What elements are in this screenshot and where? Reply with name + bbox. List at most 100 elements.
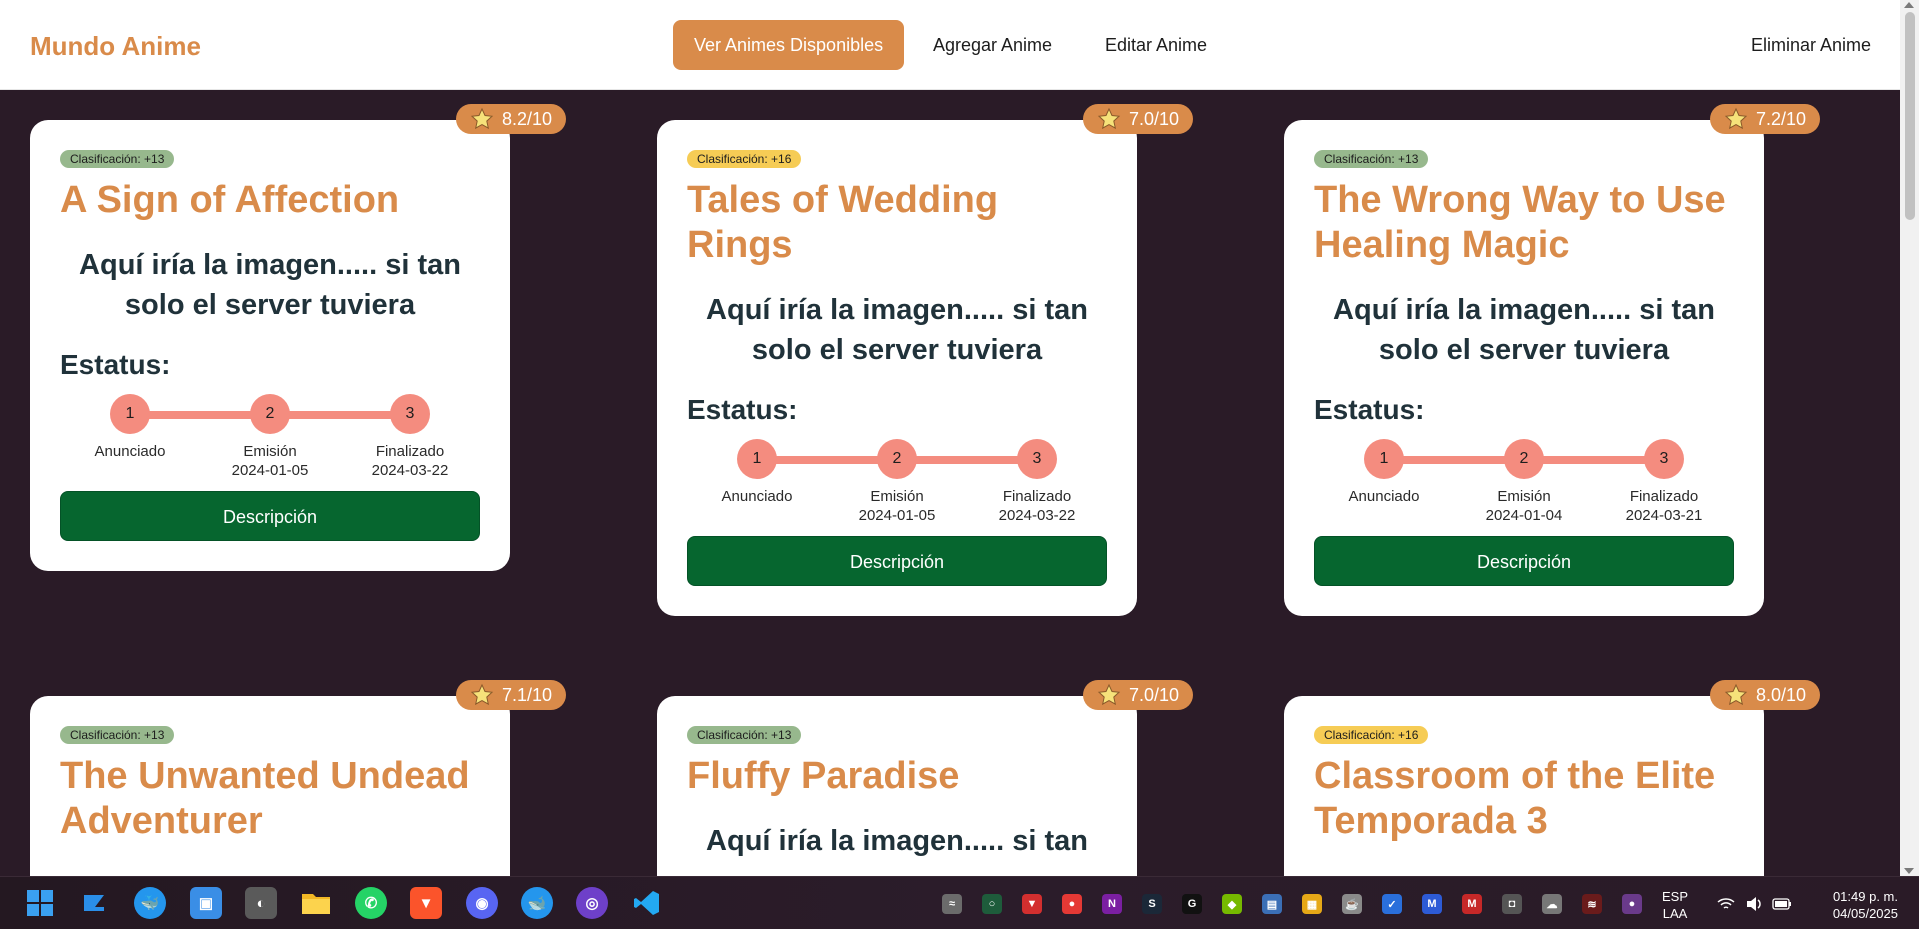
github-desktop-icon[interactable]: ◎: [576, 887, 608, 919]
docker-desktop-icon[interactable]: 🐳: [134, 887, 166, 919]
classification-badge: Clasificación: +16: [687, 150, 802, 168]
image-placeholder-text: Aquí iría la imagen..... si tan solo el …: [79, 249, 461, 321]
scroll-down-arrow-icon[interactable]: [1904, 868, 1914, 874]
step-emision: 2 Emisión 2024-01-05: [200, 394, 340, 480]
anime-grid: 8.2/10 Clasificación: +13 A Sign of Affe…: [0, 90, 1900, 876]
page-scrollbar[interactable]: [1900, 0, 1919, 876]
status-stepper: 1 Anunciado 2 Emisión 2024-01-05 3 Final…: [60, 391, 480, 483]
tray-window-icon[interactable]: ▤: [1262, 894, 1282, 914]
star-icon: [470, 683, 494, 706]
step-circle: 3: [1017, 439, 1057, 479]
tray-cup-icon[interactable]: ☕: [1342, 894, 1362, 914]
step-finalizado: 3 Finalizado 2024-03-22: [967, 439, 1107, 525]
classification-badge: Clasificación: +16: [1314, 726, 1429, 744]
anime-card: 8.0/10 Clasificación: +16 Classroom of t…: [1284, 680, 1820, 876]
nav-eliminar-anime-link[interactable]: Eliminar Anime: [1730, 20, 1892, 70]
tray-red-app-icon[interactable]: ●: [1062, 894, 1082, 914]
malwarebytes-icon[interactable]: M: [1422, 894, 1442, 914]
windows-start-icon[interactable]: [24, 887, 56, 919]
mcafee-icon[interactable]: M: [1462, 894, 1482, 914]
step-anunciado: 1 Anunciado: [687, 439, 827, 506]
tray-whale-icon[interactable]: ≈: [942, 894, 962, 914]
step-label: Finalizado: [1002, 488, 1072, 505]
step-label: Emisión: [870, 488, 924, 505]
rating-value: 8.0/10: [1755, 685, 1806, 705]
step-date: 2024-01-05: [231, 462, 309, 479]
anime-card: 7.2/10 Clasificación: +13 The Wrong Way …: [1284, 104, 1820, 616]
keyboard-layout: LAA: [1662, 906, 1688, 921]
anime-title: Tales of Wedding Rings: [687, 179, 999, 266]
descripcion-button[interactable]: Descripción: [687, 536, 1107, 586]
anime-card: 7.0/10 Clasificación: +13 Fluffy Paradis…: [657, 680, 1193, 876]
classification-badge: Clasificación: +13: [687, 726, 802, 744]
docker-icon[interactable]: 🐋: [521, 887, 553, 919]
step-anunciado: 1 Anunciado: [1314, 439, 1454, 506]
system-clock[interactable]: 01:49 p. m. 04/05/2025: [1808, 888, 1898, 922]
nav-agregar-anime-link[interactable]: Agregar Anime: [912, 20, 1073, 70]
rating-badge: 8.2/10: [455, 104, 566, 134]
whatsapp-icon[interactable]: ✆: [355, 887, 387, 919]
scrollbar-thumb[interactable]: [1905, 12, 1915, 220]
star-icon: [1724, 683, 1748, 706]
rating-value: 7.2/10: [1755, 109, 1806, 129]
rating-badge: 8.0/10: [1709, 680, 1820, 710]
clock-date: 04/05/2025: [1832, 906, 1898, 921]
photo-app-icon[interactable]: ▣: [190, 887, 222, 919]
rating-value: 7.0/10: [1128, 685, 1179, 705]
steam-icon[interactable]: S: [1142, 894, 1162, 914]
star-icon: [1097, 107, 1121, 130]
image-placeholder-text: Aquí iría la imagen..... si tan: [706, 825, 1088, 857]
classification-badge: Clasificación: +13: [60, 150, 175, 168]
tray-grid-icon[interactable]: ▦: [1302, 894, 1322, 914]
nav-ver-animes-button[interactable]: Ver Animes Disponibles: [673, 20, 905, 70]
nav-editar-anime-link[interactable]: Editar Anime: [1084, 20, 1228, 70]
tray-antivirus-icon[interactable]: ▼: [1022, 894, 1042, 914]
dev-tool-icon[interactable]: [78, 887, 110, 919]
volume-icon[interactable]: [1744, 894, 1764, 914]
microphone-icon[interactable]: ●: [1622, 894, 1642, 914]
status-heading: Estatus:: [1314, 394, 1425, 425]
step-circle: 2: [1504, 439, 1544, 479]
descripcion-button[interactable]: Descripción: [1314, 536, 1734, 586]
anime-title: The Unwanted Undead Adventurer: [60, 755, 470, 842]
rating-value: 8.2/10: [501, 109, 552, 129]
discord-icon[interactable]: ◉: [466, 887, 498, 919]
logitech-icon[interactable]: G: [1182, 894, 1202, 914]
nvidia-icon[interactable]: ◆: [1222, 894, 1242, 914]
step-anunciado: 1 Anunciado: [60, 394, 200, 461]
status-stepper: 1 Anunciado 2 Emisión 2024-01-05 3 Final…: [687, 436, 1107, 528]
scroll-up-arrow-icon[interactable]: [1904, 2, 1914, 8]
language-indicator[interactable]: ESP LAA: [1662, 888, 1688, 922]
descripcion-button[interactable]: Descripción: [60, 491, 480, 541]
star-icon: [1097, 683, 1121, 706]
battery-icon[interactable]: [1772, 894, 1792, 914]
step-label: Finalizado: [1629, 488, 1699, 505]
vscode-icon[interactable]: [631, 887, 663, 919]
image-placeholder-text: Aquí iría la imagen..... si tan solo el …: [706, 294, 1088, 366]
rating-value: 7.1/10: [501, 685, 552, 705]
rating-badge: 7.2/10: [1709, 104, 1820, 134]
step-circle: 1: [110, 394, 150, 434]
tray-circle-icon[interactable]: ○: [982, 894, 1002, 914]
brand-logo-text[interactable]: Mundo Anime: [30, 31, 201, 62]
onedrive-icon[interactable]: ☁: [1542, 894, 1562, 914]
wifi-icon[interactable]: [1716, 894, 1736, 914]
tray-audio-wave-icon[interactable]: ≋: [1582, 894, 1602, 914]
anime-avatar-icon[interactable]: ◐: [245, 887, 277, 919]
rating-badge: 7.0/10: [1082, 104, 1193, 134]
step-label: Anunciado: [94, 443, 166, 460]
step-date: 2024-03-21: [1625, 507, 1703, 524]
anime-title: Fluffy Paradise: [687, 755, 960, 797]
step-circle: 1: [1364, 439, 1404, 479]
step-emision: 2 Emisión 2024-01-05: [827, 439, 967, 525]
step-date: 2024-03-22: [371, 462, 449, 479]
brave-browser-icon[interactable]: ▼: [410, 887, 442, 919]
step-label: Emisión: [243, 443, 297, 460]
anime-title: A Sign of Affection: [60, 179, 400, 221]
step-circle: 3: [390, 394, 430, 434]
windows-security-icon[interactable]: ✓: [1382, 894, 1402, 914]
onenote-icon[interactable]: N: [1102, 894, 1122, 914]
step-label: Anunciado: [1348, 488, 1420, 505]
tray-camera-icon[interactable]: ◘: [1502, 894, 1522, 914]
file-explorer-icon[interactable]: [300, 887, 332, 919]
